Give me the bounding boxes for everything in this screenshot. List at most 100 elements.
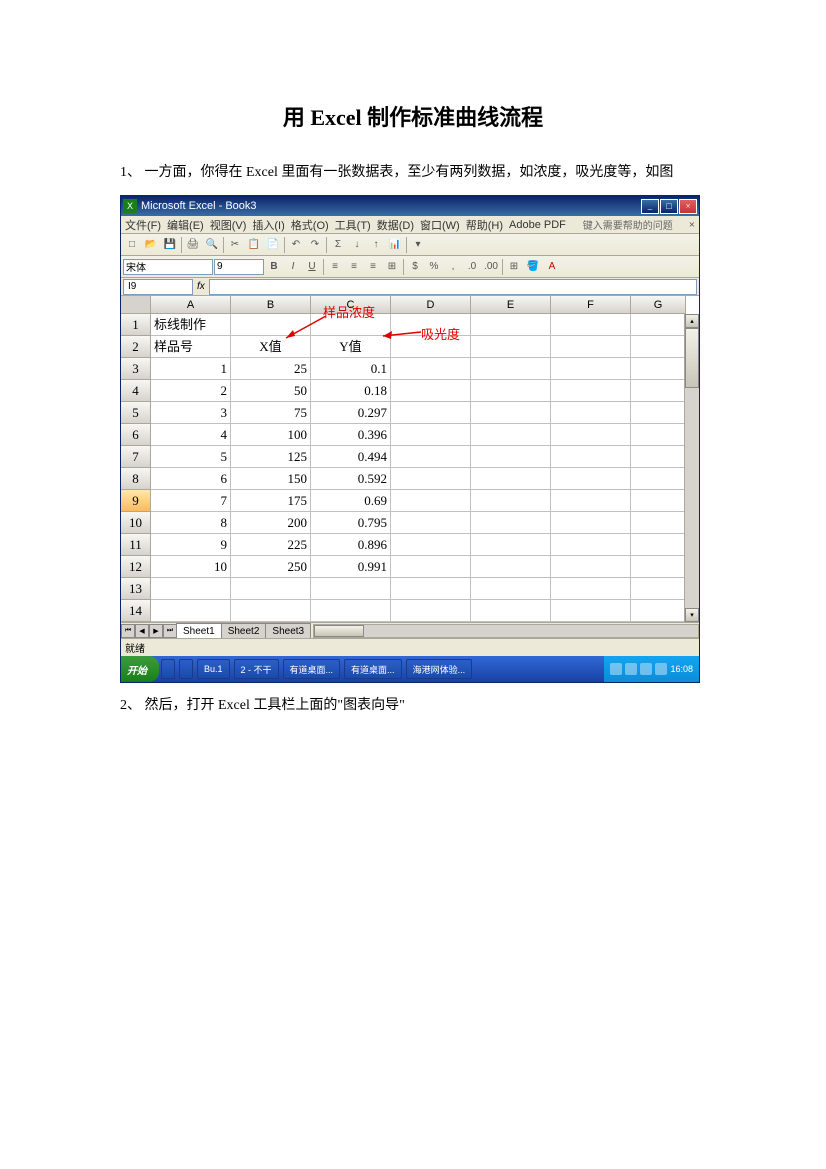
copy-icon[interactable]: 📋 — [245, 236, 263, 254]
row-header-10[interactable]: 10 — [121, 512, 151, 534]
column-header-B[interactable]: B — [231, 296, 311, 314]
cell-C11[interactable]: 0.896 — [311, 534, 391, 556]
row-header-3[interactable]: 3 — [121, 358, 151, 380]
menu-file[interactable]: 文件(F) — [125, 217, 161, 233]
preview-icon[interactable]: 🔍 — [203, 236, 221, 254]
undo-icon[interactable]: ↶ — [287, 236, 305, 254]
cell-F10[interactable] — [551, 512, 631, 534]
cell-E3[interactable] — [471, 358, 551, 380]
cell-G8[interactable] — [631, 468, 686, 490]
menu-help[interactable]: 帮助(H) — [466, 217, 503, 233]
open-icon[interactable]: 📂 — [142, 236, 160, 254]
sum-icon[interactable]: Σ — [329, 236, 347, 254]
cell-A14[interactable] — [151, 600, 231, 622]
row-header-12[interactable]: 12 — [121, 556, 151, 578]
cell-E4[interactable] — [471, 380, 551, 402]
chart-wizard-icon[interactable]: 📊 — [386, 236, 404, 254]
vertical-scrollbar[interactable]: ▴ ▾ — [684, 314, 699, 622]
cell-A1[interactable]: 标线制作 — [151, 314, 231, 336]
tray-icon[interactable] — [625, 663, 637, 675]
cell-A6[interactable]: 4 — [151, 424, 231, 446]
cell-E6[interactable] — [471, 424, 551, 446]
cell-A8[interactable]: 6 — [151, 468, 231, 490]
cell-C1[interactable] — [311, 314, 391, 336]
cell-E5[interactable] — [471, 402, 551, 424]
cell-B4[interactable]: 50 — [231, 380, 311, 402]
scroll-up-icon[interactable]: ▴ — [685, 314, 699, 328]
print-icon[interactable]: 🖨 — [184, 236, 202, 254]
tray-icon[interactable] — [655, 663, 667, 675]
cell-D10[interactable] — [391, 512, 471, 534]
cell-G3[interactable] — [631, 358, 686, 380]
fill-color-icon[interactable]: 🪣 — [524, 258, 542, 276]
cell-A7[interactable]: 5 — [151, 446, 231, 468]
cell-D5[interactable] — [391, 402, 471, 424]
cell-C3[interactable]: 0.1 — [311, 358, 391, 380]
sort-asc-icon[interactable]: ↓ — [348, 236, 366, 254]
cell-G2[interactable] — [631, 336, 686, 358]
cell-C8[interactable]: 0.592 — [311, 468, 391, 490]
more-icon[interactable]: ▾ — [409, 236, 427, 254]
cell-F14[interactable] — [551, 600, 631, 622]
cell-C12[interactable]: 0.991 — [311, 556, 391, 578]
column-header-D[interactable]: D — [391, 296, 471, 314]
cell-G12[interactable] — [631, 556, 686, 578]
cell-F8[interactable] — [551, 468, 631, 490]
taskbar-item[interactable]: 海港网体验... — [406, 659, 473, 679]
cell-B1[interactable] — [231, 314, 311, 336]
cell-B8[interactable]: 150 — [231, 468, 311, 490]
cell-F7[interactable] — [551, 446, 631, 468]
italic-icon[interactable]: I — [284, 258, 302, 276]
cell-F9[interactable] — [551, 490, 631, 512]
cell-A12[interactable]: 10 — [151, 556, 231, 578]
cell-C2[interactable]: Y值 — [311, 336, 391, 358]
cell-E1[interactable] — [471, 314, 551, 336]
cell-G11[interactable] — [631, 534, 686, 556]
menu-edit[interactable]: 编辑(E) — [167, 217, 204, 233]
column-header-E[interactable]: E — [471, 296, 551, 314]
cell-B9[interactable]: 175 — [231, 490, 311, 512]
cell-C4[interactable]: 0.18 — [311, 380, 391, 402]
tray-icon[interactable] — [640, 663, 652, 675]
cell-D7[interactable] — [391, 446, 471, 468]
menu-insert[interactable]: 插入(I) — [252, 217, 284, 233]
cell-D14[interactable] — [391, 600, 471, 622]
tab-nav-first-icon[interactable]: ⏮ — [121, 624, 135, 638]
cell-G9[interactable] — [631, 490, 686, 512]
doc-close-button[interactable]: × — [689, 219, 695, 231]
formula-bar[interactable] — [209, 279, 697, 295]
tray-icon[interactable] — [610, 663, 622, 675]
cell-C13[interactable] — [311, 578, 391, 600]
cell-B6[interactable]: 100 — [231, 424, 311, 446]
font-color-icon[interactable]: A — [543, 258, 561, 276]
cell-E8[interactable] — [471, 468, 551, 490]
tab-nav-next-icon[interactable]: ▶ — [149, 624, 163, 638]
close-button[interactable]: × — [679, 199, 697, 214]
scroll-down-icon[interactable]: ▾ — [685, 608, 699, 622]
align-right-icon[interactable]: ≡ — [364, 258, 382, 276]
menu-view[interactable]: 视图(V) — [210, 217, 247, 233]
cell-F5[interactable] — [551, 402, 631, 424]
underline-icon[interactable]: U — [303, 258, 321, 276]
row-header-11[interactable]: 11 — [121, 534, 151, 556]
cell-D4[interactable] — [391, 380, 471, 402]
menu-adobe[interactable]: Adobe PDF — [509, 219, 566, 231]
tab-nav-prev-icon[interactable]: ◀ — [135, 624, 149, 638]
fx-icon[interactable]: fx — [197, 281, 205, 292]
cell-D13[interactable] — [391, 578, 471, 600]
menu-format[interactable]: 格式(O) — [291, 217, 329, 233]
cell-C14[interactable] — [311, 600, 391, 622]
cell-E7[interactable] — [471, 446, 551, 468]
cell-A10[interactable]: 8 — [151, 512, 231, 534]
cell-B2[interactable]: X值 — [231, 336, 311, 358]
taskbar-item[interactable]: Bu.1 — [197, 659, 230, 679]
cell-D12[interactable] — [391, 556, 471, 578]
hscroll-thumb[interactable] — [314, 625, 364, 637]
start-button[interactable]: 开始 — [121, 656, 159, 682]
currency-icon[interactable]: $ — [406, 258, 424, 276]
cell-A9[interactable]: 7 — [151, 490, 231, 512]
cell-E10[interactable] — [471, 512, 551, 534]
cell-E13[interactable] — [471, 578, 551, 600]
align-left-icon[interactable]: ≡ — [326, 258, 344, 276]
taskbar-item[interactable] — [161, 659, 175, 679]
